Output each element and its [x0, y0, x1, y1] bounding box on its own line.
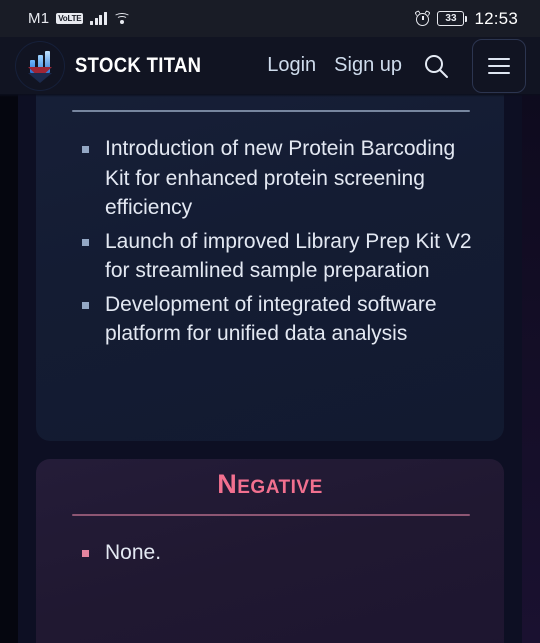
search-icon[interactable]: [420, 50, 452, 82]
list-item: None.: [82, 538, 476, 568]
positive-card: Positive Introduction of new Protein Bar…: [36, 55, 504, 441]
negative-card-title: Negative: [217, 469, 323, 499]
page-body: Positive Introduction of new Protein Bar…: [0, 37, 540, 643]
stock-titan-logo-icon: [16, 42, 64, 90]
hamburger-menu-icon[interactable]: [472, 38, 526, 93]
brand-name: STOCK TITAN: [75, 53, 202, 77]
wifi-icon: [113, 12, 131, 25]
status-bar-clock: 12:53: [474, 8, 518, 28]
header-nav: Login Sign up: [267, 38, 526, 93]
negative-card-divider: [72, 514, 470, 516]
volte-badge: VoLTE: [56, 13, 84, 24]
negative-points-list: None.: [82, 538, 476, 568]
positive-points-list: Introduction of new Protein Barcoding Ki…: [82, 134, 476, 349]
signup-link[interactable]: Sign up: [334, 54, 402, 77]
list-item: Development of integrated software platf…: [82, 290, 476, 349]
status-bar: M1 VoLTE 33 12:53: [0, 0, 540, 37]
signal-bars-icon: [90, 12, 107, 25]
carrier-name: M1: [28, 10, 50, 27]
battery-level: 33: [437, 11, 465, 26]
alarm-clock-icon: [414, 10, 432, 26]
header-shadow: [0, 94, 540, 97]
brand-home-link[interactable]: STOCK TITAN: [16, 42, 219, 90]
positive-card-divider: [72, 110, 470, 112]
negative-card: Negative None.: [36, 459, 504, 643]
status-bar-right: 33 12:53: [414, 8, 526, 29]
page-right-gutter: [522, 37, 540, 643]
list-item: Launch of improved Library Prep Kit V2 f…: [82, 227, 476, 286]
page-left-gutter: [0, 37, 18, 643]
list-item: Introduction of new Protein Barcoding Ki…: [82, 134, 476, 223]
content-column: Positive Introduction of new Protein Bar…: [18, 37, 522, 643]
site-header: STOCK TITAN Login Sign up: [0, 37, 540, 94]
login-link[interactable]: Login: [267, 54, 316, 77]
phone-screen: Positive Introduction of new Protein Bar…: [0, 0, 540, 643]
battery-indicator: 33: [437, 11, 468, 26]
status-bar-left: M1 VoLTE: [14, 10, 131, 27]
battery-cap: [465, 15, 468, 22]
